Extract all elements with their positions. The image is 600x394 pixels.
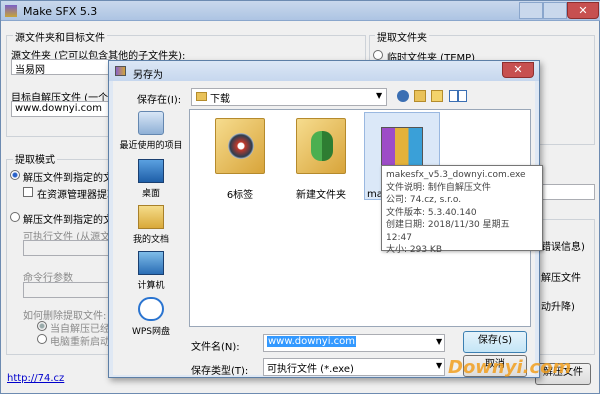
file-name: 6标签 [226, 190, 254, 201]
file-tooltip: makesfx_v5.3_downyi.com.exe 文件说明: 制作自解压文… [381, 165, 543, 255]
right-frag-1: 错误信息) [541, 242, 585, 253]
tooltip-created: 创建日期: 2018/11/30 星期五 12:47 [386, 220, 510, 243]
close-icon: ✕ [578, 4, 588, 17]
place-computer[interactable]: 计算机 [115, 251, 187, 291]
back-icon[interactable] [397, 90, 409, 102]
mode-radio-2[interactable] [10, 212, 20, 222]
place-documents-label: 我的文档 [132, 235, 169, 245]
tooltip-version: 文件版本: 5.3.40.140 [386, 207, 477, 218]
right-frag-3: 动升降) [541, 302, 575, 313]
temp-folder-radio[interactable] [373, 50, 383, 60]
save-button[interactable]: 保存(S) [463, 331, 527, 353]
minimize-button[interactable] [519, 2, 543, 19]
place-desktop-label: 桌面 [141, 189, 160, 199]
media-icon [228, 133, 254, 159]
place-recent-label: 最近使用的项目 [119, 141, 183, 151]
place-wps[interactable]: WPS网盘 [115, 297, 187, 337]
target-file-input[interactable]: www.downyi.com [11, 101, 109, 117]
maximize-button[interactable] [543, 2, 567, 19]
filename-value: www.downyi.com [267, 336, 357, 347]
file-name: 新建文件夹 [296, 190, 346, 201]
watermark: Downyi.com [448, 357, 572, 378]
explorer-extract-label: 在资源管理器提取 [37, 190, 117, 201]
documents-icon [138, 205, 164, 229]
extract-group-title: 提取文件夹 [375, 29, 429, 44]
save-in-value: 下载 [210, 94, 230, 105]
delete-radio-1[interactable] [37, 321, 47, 331]
chevron-down-icon: ▼ [376, 91, 383, 100]
file-item[interactable]: 新建文件夹 [286, 118, 356, 201]
place-documents[interactable]: 我的文档 [115, 205, 187, 245]
place-wps-label: WPS网盘 [131, 327, 171, 337]
filename-label: 文件名(N): [191, 342, 240, 353]
place-computer-label: 计算机 [137, 281, 165, 291]
save-in-combo[interactable]: 下载 ▼ [191, 88, 387, 106]
cloud-icon [138, 297, 164, 321]
app-logo-icon [311, 131, 333, 161]
dialog-title: 另存为 [133, 70, 163, 81]
file-item[interactable]: 6标签 [210, 118, 270, 201]
cmd-args-input[interactable] [23, 282, 109, 298]
computer-icon [138, 251, 164, 275]
explorer-extract-checkbox[interactable] [23, 187, 33, 197]
recent-icon [138, 111, 164, 135]
tooltip-name: makesfx_v5.3_downyi.com.exe [386, 170, 526, 180]
place-desktop[interactable]: 桌面 [115, 159, 187, 199]
dialog-app-icon [115, 66, 126, 76]
delete-radio-2[interactable] [37, 334, 47, 344]
source-group-title: 源文件夹和目标文件 [13, 29, 107, 44]
mode-radio-1[interactable] [10, 170, 20, 180]
chevron-down-icon: ▼ [436, 337, 443, 346]
right-input-1[interactable] [541, 184, 595, 200]
exe-input[interactable] [23, 240, 109, 256]
view-menu-icon[interactable] [449, 90, 467, 102]
close-icon: ✕ [513, 63, 523, 76]
filetype-label: 保存类型(T): [191, 366, 249, 377]
save-in-label: 保存在(I): [137, 95, 182, 106]
dialog-title-bar: 另存为 ✕ [109, 61, 539, 81]
homepage-link[interactable]: http://74.cz [7, 373, 64, 384]
extract-mode-title: 提取模式 [13, 151, 57, 166]
folder-icon [296, 118, 346, 174]
filename-input[interactable]: www.downyi.com ▼ [263, 334, 445, 352]
chevron-down-icon: ▼ [436, 361, 443, 370]
app-icon [5, 5, 17, 17]
filetype-value: 可执行文件 (*.exe) [267, 364, 354, 375]
tooltip-size: 大小: 293 KB [386, 245, 443, 255]
save-as-dialog: 另存为 ✕ 保存在(I): 下载 ▼ 最近使用的项目 桌面 我的文档 计算机 W… [108, 60, 543, 378]
up-folder-icon[interactable] [414, 90, 426, 102]
main-window-title: Make SFX 5.3 [23, 5, 98, 18]
filetype-select[interactable]: 可执行文件 (*.exe) ▼ [263, 358, 445, 376]
close-button[interactable]: ✕ [567, 2, 599, 19]
dialog-close-button[interactable]: ✕ [502, 62, 534, 78]
tooltip-desc: 文件说明: 制作自解压文件 [386, 182, 491, 193]
new-folder-icon[interactable] [431, 90, 443, 102]
place-recent[interactable]: 最近使用的项目 [115, 111, 187, 151]
tooltip-company: 公司: 74.cz, s.r.o. [386, 195, 462, 205]
main-title-bar: Make SFX 5.3 ✕ [1, 1, 600, 21]
right-frag-2: 解压文件 [541, 273, 581, 284]
desktop-icon [138, 159, 164, 183]
folder-icon [215, 118, 265, 174]
source-folder-input[interactable]: 当易网 [11, 59, 111, 75]
dialog-body: 保存在(I): 下载 ▼ 最近使用的项目 桌面 我的文档 计算机 WPS网盘 6… [113, 81, 543, 377]
folder-icon [196, 92, 207, 101]
